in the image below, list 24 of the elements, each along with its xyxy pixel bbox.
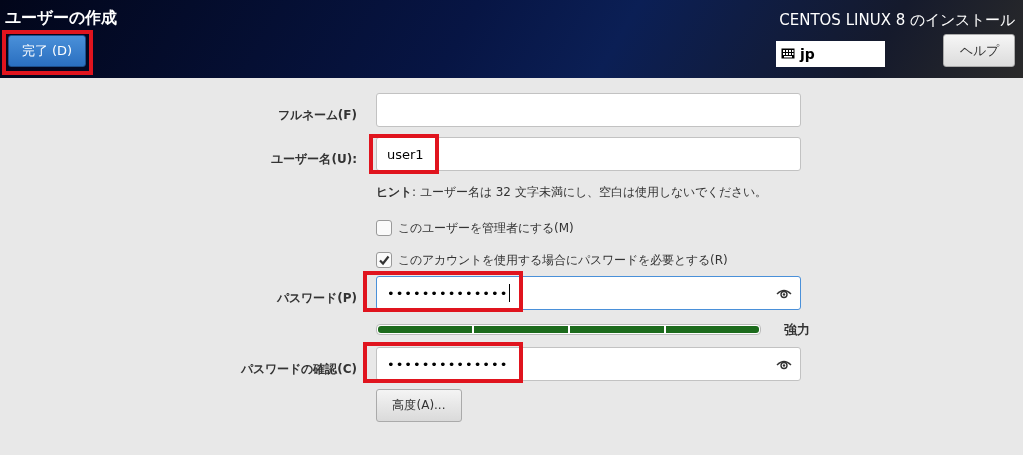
done-button[interactable]: 完了 (D)	[8, 35, 86, 67]
strength-label: 強力	[784, 320, 811, 339]
hint-text: ヒント: ユーザー名は 32 文字未満にし、空白は使用しないでください。	[376, 184, 768, 201]
password-field[interactable]: ••••••••••••••	[376, 276, 801, 310]
keyboard-icon	[781, 48, 795, 59]
page-title: ユーザーの作成	[5, 8, 117, 28]
eye-icon[interactable]	[776, 358, 792, 370]
field-label: パスワードの確認(C)	[240, 360, 357, 378]
check-icon	[378, 254, 390, 266]
checkbox-box[interactable]	[376, 220, 392, 236]
advanced-button[interactable]: 高度(A)...	[376, 389, 462, 422]
keyboard-layout-field[interactable]: jp	[776, 40, 885, 67]
help-button[interactable]: ヘルプ	[943, 34, 1015, 67]
eye-icon[interactable]	[776, 287, 792, 299]
user-name-field[interactable]: user1	[376, 137, 801, 171]
confirm-password-field[interactable]: ••••••••••••••	[376, 347, 801, 381]
checkbox-box[interactable]	[376, 252, 392, 268]
product-title: CENTOS LINUX 8 のインストール	[779, 11, 1015, 30]
field-label: パスワード(P)	[276, 289, 357, 307]
full-name-field[interactable]	[376, 93, 801, 127]
field-label: フルネーム(F)	[276, 106, 357, 124]
field-label: ユーザー名(U):	[270, 150, 357, 168]
checkbox[interactable]: このユーザーを管理者にする(M)	[376, 212, 801, 244]
checkbox[interactable]: このアカウントを使用する場合にパスワードを必要とする(R)	[376, 244, 801, 276]
